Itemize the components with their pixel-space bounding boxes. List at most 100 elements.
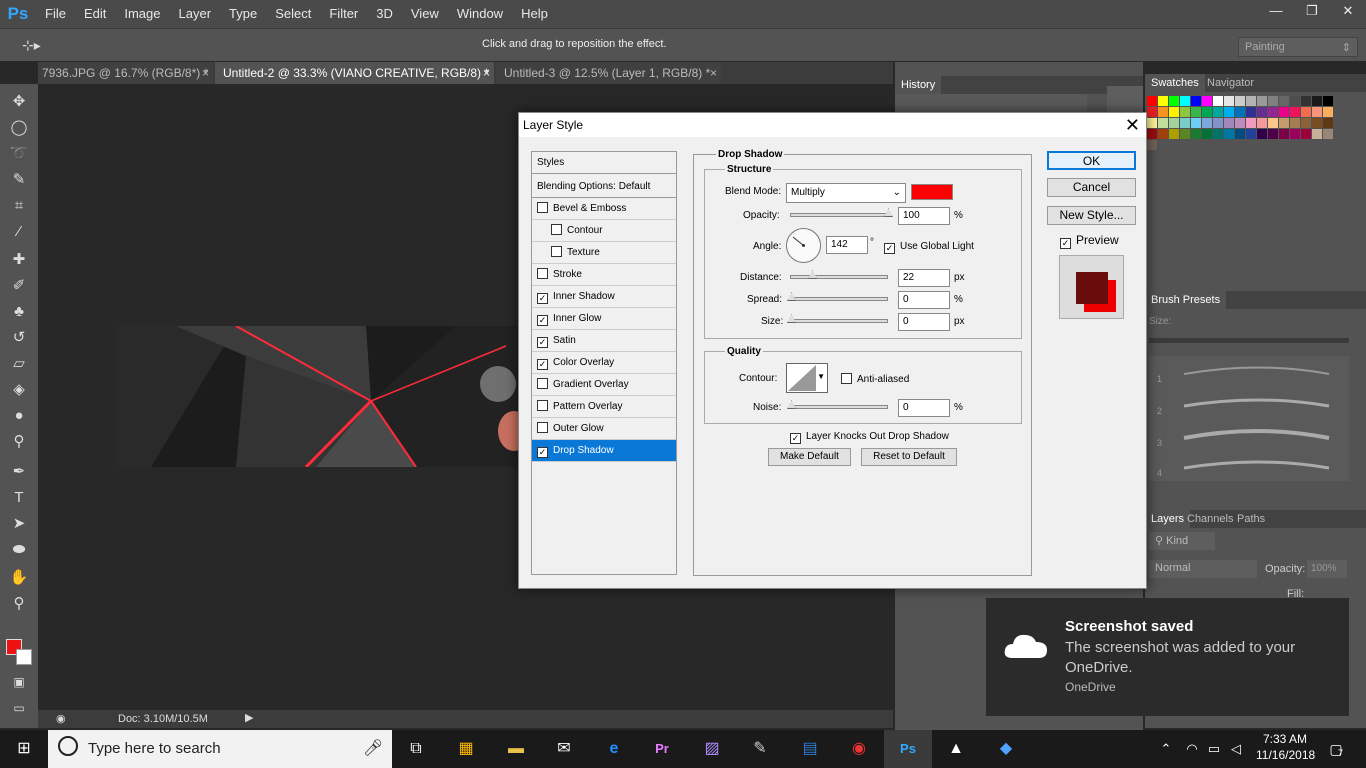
swatch[interactable] bbox=[1268, 107, 1278, 117]
checkbox-checked-icon[interactable]: ✓ bbox=[537, 359, 548, 370]
kind-filter[interactable]: ⚲ Kind bbox=[1149, 532, 1215, 550]
mail-icon[interactable]: ✉ bbox=[550, 736, 578, 762]
windows-start-icon[interactable]: ⊞ bbox=[10, 736, 38, 762]
checkbox-checked-icon[interactable]: ✓ bbox=[537, 337, 548, 348]
hand-tool-icon[interactable]: ✋ bbox=[8, 568, 30, 588]
contour-picker[interactable]: ▼ bbox=[786, 363, 828, 393]
ok-button[interactable]: OK bbox=[1047, 151, 1136, 170]
checkbox-checked-icon[interactable]: ✓ bbox=[537, 293, 548, 304]
style-item-gradient-overlay[interactable]: Gradient Overlay bbox=[532, 374, 676, 396]
menu-image[interactable]: Image bbox=[115, 0, 169, 28]
menu-filter[interactable]: Filter bbox=[320, 0, 367, 28]
swatch[interactable] bbox=[1180, 107, 1190, 117]
tab-7936[interactable]: 7936.JPG @ 16.7% (RGB/8*) * × bbox=[38, 62, 213, 84]
lasso-tool-icon[interactable]: ➰ bbox=[8, 144, 30, 164]
style-item-pattern-overlay[interactable]: Pattern Overlay bbox=[532, 396, 676, 418]
app-icon[interactable]: ◆ bbox=[992, 736, 1020, 762]
menu-3d[interactable]: 3D bbox=[367, 0, 402, 28]
cancel-button[interactable]: Cancel bbox=[1047, 178, 1136, 197]
swatch[interactable] bbox=[1246, 107, 1256, 117]
blur-tool-icon[interactable]: ● bbox=[8, 406, 30, 426]
tab-paths[interactable]: Paths bbox=[1231, 510, 1271, 528]
distance-slider-thumb[interactable] bbox=[808, 270, 817, 279]
swatch[interactable] bbox=[1169, 129, 1179, 139]
tab-close-icon[interactable]: × bbox=[202, 62, 209, 84]
checkbox-unchecked-icon[interactable] bbox=[537, 268, 548, 279]
swatch[interactable] bbox=[1279, 129, 1289, 139]
zoom-tool-icon[interactable]: ⚲ bbox=[8, 594, 30, 614]
swatch[interactable] bbox=[1290, 118, 1300, 128]
preview-checkbox[interactable]: ✓ Preview bbox=[1060, 233, 1119, 249]
swatch[interactable] bbox=[1213, 107, 1223, 117]
screen-mode-icon[interactable]: ▭ bbox=[8, 698, 30, 718]
tab-untitled-3[interactable]: Untitled-3 @ 12.5% (Layer 1, RGB/8) * × bbox=[496, 62, 721, 84]
action-center-icon[interactable]: ▢ bbox=[1322, 736, 1350, 762]
checkbox-unchecked-icon[interactable] bbox=[537, 422, 548, 433]
style-item-drop-shadow[interactable]: ✓ Drop Shadow bbox=[532, 440, 676, 462]
word-app-icon[interactable]: ▤ bbox=[796, 736, 824, 762]
volume-icon[interactable]: ◁ bbox=[1222, 736, 1250, 762]
quick-select-icon[interactable]: ✎ bbox=[8, 170, 30, 190]
swatch[interactable] bbox=[1235, 118, 1245, 128]
swatch[interactable] bbox=[1191, 96, 1201, 106]
swatch[interactable] bbox=[1147, 96, 1157, 106]
swatch[interactable] bbox=[1147, 140, 1157, 150]
path-select-icon[interactable]: ➤ bbox=[8, 514, 30, 534]
swatch[interactable] bbox=[1191, 129, 1201, 139]
new-style-button[interactable]: New Style... bbox=[1047, 206, 1136, 225]
swatch[interactable] bbox=[1235, 129, 1245, 139]
swatch[interactable] bbox=[1191, 107, 1201, 117]
use-global-light-checkbox[interactable]: ✓ Use Global Light bbox=[884, 241, 974, 254]
checkbox-unchecked-icon[interactable] bbox=[537, 400, 548, 411]
size-slider[interactable] bbox=[787, 314, 888, 323]
spread-slider-thumb[interactable] bbox=[787, 292, 796, 301]
swatch[interactable] bbox=[1268, 129, 1278, 139]
swatch[interactable] bbox=[1224, 129, 1234, 139]
move-tool-icon[interactable]: ⊹▸ bbox=[22, 37, 41, 54]
minimize-button[interactable]: — bbox=[1258, 0, 1294, 22]
swatch[interactable] bbox=[1147, 129, 1157, 139]
blend-mode-select[interactable]: Multiply ⌄ bbox=[786, 183, 906, 203]
checkbox-unchecked-icon[interactable] bbox=[537, 202, 548, 213]
swatch[interactable] bbox=[1268, 118, 1278, 128]
swatch[interactable] bbox=[1158, 129, 1168, 139]
close-button[interactable]: ✕ bbox=[1330, 0, 1366, 22]
distance-slider[interactable] bbox=[790, 270, 888, 279]
type-tool-icon[interactable]: T bbox=[8, 488, 30, 508]
store-icon[interactable]: ▦ bbox=[452, 736, 480, 762]
swatch[interactable] bbox=[1224, 96, 1234, 106]
swatch[interactable] bbox=[1312, 107, 1322, 117]
restore-button[interactable]: ❐ bbox=[1294, 0, 1330, 22]
swatch[interactable] bbox=[1279, 107, 1289, 117]
marquee-tool-icon[interactable]: ◯ bbox=[8, 118, 30, 138]
swatch[interactable] bbox=[1279, 118, 1289, 128]
checkbox-unchecked-icon[interactable] bbox=[551, 224, 562, 235]
eyedropper-icon[interactable]: ⁄ bbox=[8, 222, 30, 242]
dialog-close-icon[interactable]: ✕ bbox=[1125, 114, 1140, 136]
swatch[interactable] bbox=[1180, 129, 1190, 139]
tab-swatches[interactable]: Swatches bbox=[1145, 74, 1205, 92]
layer-knocks-out-checkbox[interactable]: ✓ Layer Knocks Out Drop Shadow bbox=[790, 431, 949, 444]
swatch[interactable] bbox=[1169, 107, 1179, 117]
premiere-icon[interactable]: Pr bbox=[648, 736, 676, 762]
blending-options[interactable]: Blending Options: Default bbox=[532, 176, 676, 198]
history-brush-icon[interactable]: ↺ bbox=[8, 328, 30, 348]
opacity-slider-thumb[interactable] bbox=[884, 208, 893, 217]
notification-toast[interactable]: Screenshot saved The screenshot was adde… bbox=[986, 598, 1349, 716]
swatch[interactable] bbox=[1246, 96, 1256, 106]
pen-app-icon[interactable]: ✎ bbox=[746, 736, 774, 762]
swatch[interactable] bbox=[1290, 129, 1300, 139]
swatch[interactable] bbox=[1323, 118, 1333, 128]
swatch[interactable] bbox=[1257, 129, 1267, 139]
swatch[interactable] bbox=[1158, 107, 1168, 117]
spread-input[interactable]: 0 bbox=[898, 291, 950, 309]
reset-to-default-button[interactable]: Reset to Default bbox=[861, 448, 957, 466]
angle-input[interactable]: 142 bbox=[826, 236, 868, 254]
crop-tool-icon[interactable]: ⌗ bbox=[8, 196, 30, 216]
status-arrow-icon[interactable]: ▶ bbox=[245, 711, 253, 724]
distance-input[interactable]: 22 bbox=[898, 269, 950, 287]
checkbox-checked-icon[interactable]: ✓ bbox=[537, 447, 548, 458]
swatch[interactable] bbox=[1213, 129, 1223, 139]
swatch[interactable] bbox=[1246, 129, 1256, 139]
swatch[interactable] bbox=[1301, 96, 1311, 106]
